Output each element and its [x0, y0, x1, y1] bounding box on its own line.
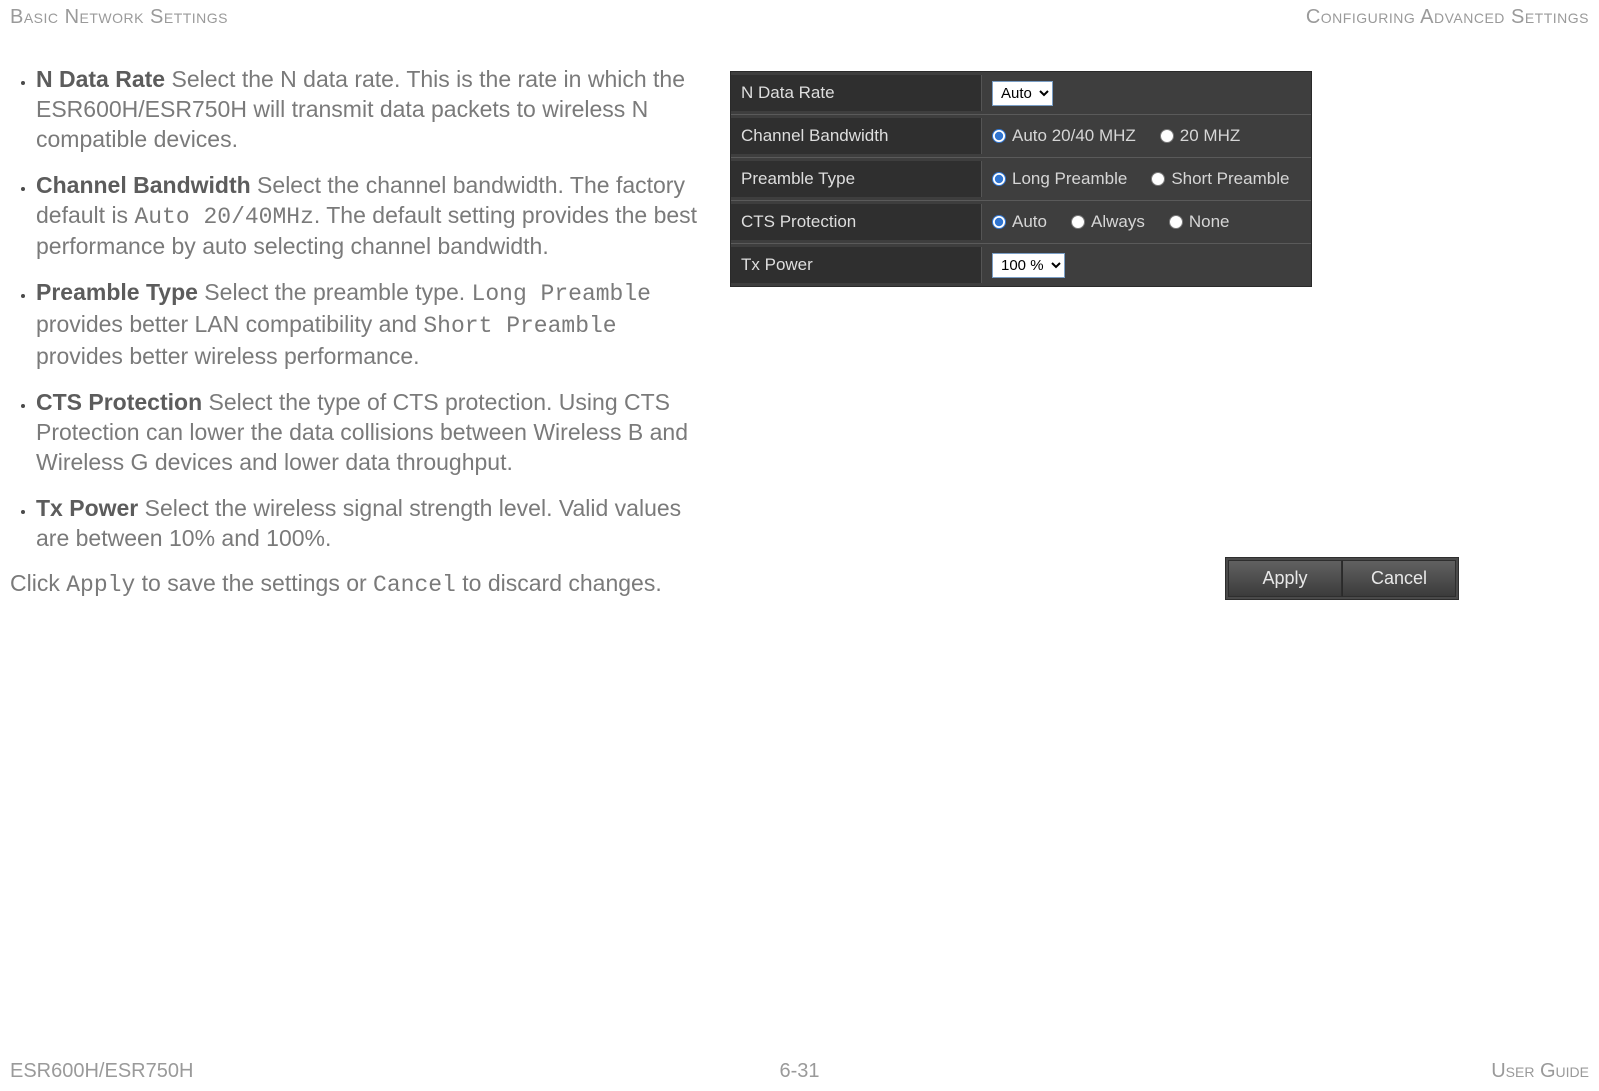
- desc-preamble-mid: provides better LAN compatibility and: [36, 311, 423, 337]
- value-preamble-type: Long Preamble Short Preamble: [982, 163, 1311, 195]
- radio-long-preamble[interactable]: Long Preamble: [992, 169, 1127, 189]
- def-tx-power: Tx Power Select the wireless signal stre…: [36, 494, 700, 554]
- settings-column: N Data Rate Auto Channel Bandwidth Auto …: [720, 65, 1589, 600]
- radio-cts-none-label: None: [1189, 212, 1230, 232]
- radio-20mhz-label: 20 MHZ: [1180, 126, 1240, 146]
- apply-post: to discard changes.: [456, 570, 662, 596]
- row-tx-power: Tx Power 100 %: [731, 243, 1311, 286]
- radio-auto-2040[interactable]: Auto 20/40 MHZ: [992, 126, 1136, 146]
- apply-instruction: Click Apply to save the settings or Canc…: [10, 569, 700, 601]
- label-tx-power: Tx Power: [731, 247, 982, 283]
- n-data-rate-select[interactable]: Auto: [992, 81, 1053, 106]
- footer-right: User Guide: [1491, 1060, 1589, 1083]
- apply-mid: to save the settings or: [135, 570, 373, 596]
- radio-auto-2040-label: Auto 20/40 MHZ: [1012, 126, 1136, 146]
- code-long-preamble: Long Pre­amble: [472, 281, 651, 307]
- label-preamble-type: Preamble Type: [731, 161, 982, 197]
- radio-short-preamble[interactable]: Short Preamble: [1151, 169, 1289, 189]
- radio-20mhz-input[interactable]: [1160, 129, 1174, 143]
- row-cts-protection: CTS Protection Auto Always None: [731, 200, 1311, 243]
- term-n-data-rate: N Data Rate: [36, 66, 165, 92]
- footer-left: ESR600H/ESR750H: [10, 1060, 193, 1083]
- radio-cts-none[interactable]: None: [1169, 212, 1230, 232]
- label-n-data-rate: N Data Rate: [731, 75, 982, 111]
- radio-cts-always-input[interactable]: [1071, 215, 1085, 229]
- button-bar: Apply Cancel: [1225, 557, 1459, 600]
- value-tx-power: 100 %: [982, 247, 1311, 284]
- code-auto-2040: Auto 20/40MHz: [134, 204, 313, 230]
- radio-cts-always-label: Always: [1091, 212, 1145, 232]
- value-n-data-rate: Auto: [982, 75, 1311, 112]
- def-channel-bandwidth: Channel Bandwidth Select the channel ban…: [36, 171, 700, 263]
- cancel-button[interactable]: Cancel: [1342, 560, 1456, 597]
- footer-center: 6-31: [779, 1060, 819, 1083]
- apply-button[interactable]: Apply: [1228, 560, 1342, 597]
- radio-short-preamble-input[interactable]: [1151, 172, 1165, 186]
- cancel-code: Cancel: [373, 572, 456, 598]
- apply-code: Apply: [66, 572, 135, 598]
- header-right: Configuring Advanced Settings: [1306, 6, 1589, 29]
- row-preamble-type: Preamble Type Long Preamble Short Preamb…: [731, 157, 1311, 200]
- definitions-list: N Data Rate Select the N data rate. This…: [10, 65, 700, 553]
- desc-preamble-pre: Select the preamble type.: [198, 279, 472, 305]
- def-preamble-type: Preamble Type Select the preamble type. …: [36, 278, 700, 372]
- def-cts-protection: CTS Protection Select the type of CTS pr…: [36, 388, 700, 478]
- radio-cts-none-input[interactable]: [1169, 215, 1183, 229]
- def-n-data-rate: N Data Rate Select the N data rate. This…: [36, 65, 700, 155]
- radio-auto-2040-input[interactable]: [992, 129, 1006, 143]
- label-channel-bandwidth: Channel Bandwidth: [731, 118, 982, 154]
- value-channel-bandwidth: Auto 20/40 MHZ 20 MHZ: [982, 120, 1311, 152]
- term-cts-protection: CTS Protection: [36, 389, 202, 415]
- radio-long-preamble-label: Long Preamble: [1012, 169, 1127, 189]
- code-short-preamble: Short Preamble: [423, 313, 616, 339]
- header-left: Basic Network Settings: [10, 6, 228, 29]
- row-channel-bandwidth: Channel Bandwidth Auto 20/40 MHZ 20 MHZ: [731, 114, 1311, 157]
- row-n-data-rate: N Data Rate Auto: [731, 72, 1311, 114]
- term-preamble-type: Preamble Type: [36, 279, 198, 305]
- apply-pre: Click: [10, 570, 66, 596]
- advanced-settings-panel: N Data Rate Auto Channel Bandwidth Auto …: [730, 71, 1312, 287]
- radio-long-preamble-input[interactable]: [992, 172, 1006, 186]
- tx-power-select[interactable]: 100 %: [992, 253, 1065, 278]
- button-bar-wrap: Apply Cancel: [730, 557, 1589, 600]
- value-cts-protection: Auto Always None: [982, 206, 1311, 238]
- radio-cts-auto-input[interactable]: [992, 215, 1006, 229]
- label-cts-protection: CTS Protection: [731, 204, 982, 240]
- radio-short-preamble-label: Short Preamble: [1171, 169, 1289, 189]
- term-tx-power: Tx Power: [36, 495, 138, 521]
- radio-cts-auto[interactable]: Auto: [992, 212, 1047, 232]
- radio-cts-always[interactable]: Always: [1071, 212, 1145, 232]
- desc-preamble-post: provides better wireless performance.: [36, 343, 420, 369]
- radio-cts-auto-label: Auto: [1012, 212, 1047, 232]
- definitions-column: N Data Rate Select the N data rate. This…: [10, 65, 720, 601]
- term-channel-bandwidth: Channel Bandwidth: [36, 172, 251, 198]
- radio-20mhz[interactable]: 20 MHZ: [1160, 126, 1240, 146]
